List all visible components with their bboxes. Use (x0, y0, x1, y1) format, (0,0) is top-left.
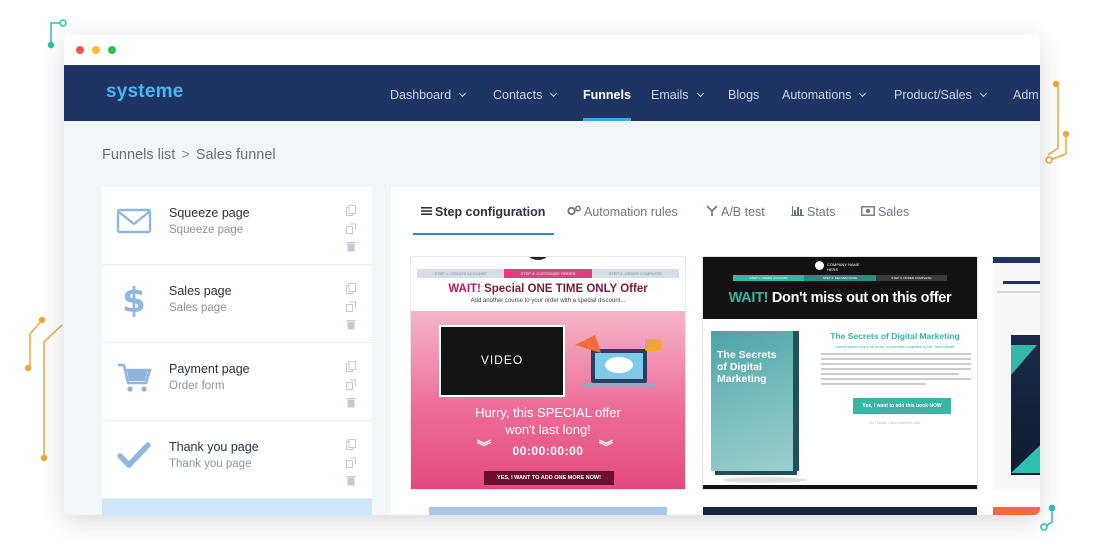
step-actions (346, 437, 358, 491)
funnel-steps-list: Squeeze page Squeeze page $ Sales page S… (102, 187, 372, 515)
template-preview-partial[interactable] (993, 257, 1040, 489)
active-tab-indicator (413, 233, 554, 235)
copy-icon[interactable] (346, 437, 356, 450)
nav-dashboard[interactable]: Dashboard (390, 65, 467, 121)
step-actions (346, 281, 358, 335)
clone-icon[interactable] (346, 377, 356, 390)
chevron-down-icon (550, 89, 558, 98)
template-preview-upsell-pink[interactable]: STEP 1: CREATE ACCOUNT STEP 2: CUSTOMIZE… (411, 257, 685, 489)
breadcrumb: Funnels list > Sales funnel (102, 147, 276, 163)
step-subtitle: Squeeze page (169, 224, 244, 236)
step-title: Payment page (169, 362, 250, 376)
tab-stats[interactable]: Stats (791, 205, 836, 235)
dollar-icon: $ (122, 281, 146, 317)
nav-funnels[interactable]: Funnels (583, 65, 631, 121)
step-title: Sales page (169, 284, 232, 298)
trash-icon[interactable] (346, 473, 356, 486)
template-preview-row2-1[interactable] (429, 507, 667, 515)
nav-emails[interactable]: Emails (651, 65, 704, 121)
step-sales-page[interactable]: $ Sales page Sales page (102, 265, 372, 343)
book-offer-title: The Secrets of Digital Marketing (830, 331, 960, 341)
step-title: Thank you page (169, 440, 259, 454)
step-subtitle: Thank you page (169, 458, 252, 470)
nav-admin[interactable]: Adm (1013, 65, 1039, 121)
tab-ab-test[interactable]: A/B test (706, 205, 765, 235)
tab-step-configuration[interactable]: Step configuration (421, 205, 545, 235)
clone-icon[interactable] (346, 221, 356, 234)
minimize-window-button[interactable] (92, 46, 100, 54)
bar-chart-icon (791, 206, 804, 216)
window-titlebar (64, 35, 1040, 65)
step-actions (346, 203, 358, 257)
clone-icon[interactable] (346, 455, 356, 468)
trash-icon[interactable] (346, 395, 356, 408)
trash-icon[interactable] (346, 239, 356, 252)
step-actions (346, 359, 358, 413)
chevron-down-icon (459, 89, 467, 98)
envelope-icon (116, 208, 152, 234)
split-icon (706, 205, 718, 216)
laptop-illustration-icon (575, 335, 661, 388)
step-subtitle: Sales page (169, 302, 227, 314)
chevron-down-icon (979, 89, 987, 98)
trash-icon[interactable] (346, 317, 356, 330)
tab-automation-rules[interactable]: Automation rules (567, 205, 678, 235)
breadcrumb-current: Sales funnel (195, 147, 276, 163)
nav-blogs[interactable]: Blogs (728, 65, 759, 121)
tab-sales[interactable]: Sales (861, 205, 909, 235)
gears-icon (567, 205, 581, 216)
systeme-logo[interactable]: systeme (106, 81, 183, 103)
template-preview-row2-2[interactable] (703, 507, 977, 515)
step-title: Squeeze page (169, 206, 250, 220)
nav-product-sales[interactable]: Product/Sales (894, 65, 987, 121)
template-preview-row2-3[interactable] (993, 507, 1040, 515)
checkmark-icon (117, 442, 151, 468)
clone-icon[interactable] (346, 299, 356, 312)
cart-icon (118, 363, 152, 392)
step-squeeze-page[interactable]: Squeeze page Squeeze page (102, 187, 372, 265)
chevron-down-icon (696, 89, 704, 98)
breadcrumb-funnels-list[interactable]: Funnels list (102, 147, 175, 163)
countdown-timer: 00:00:00:00 (512, 444, 584, 458)
template-preview-book-offer[interactable]: COMPANY NAME HERE STEP 1: ORDER ACCOUNT … (703, 257, 977, 489)
top-navbar: systeme Dashboard Contacts Funnels Email… (64, 65, 1040, 121)
svg-text:$: $ (122, 281, 146, 317)
preview-add-book-button: Yes, I want to add this book NOW (853, 398, 951, 414)
app-window: systeme Dashboard Contacts Funnels Email… (64, 35, 1040, 515)
nav-contacts[interactable]: Contacts (493, 65, 558, 121)
maximize-window-button[interactable] (108, 46, 116, 54)
money-icon (861, 206, 875, 216)
preview-cta-button: YES, I WANT TO ADD ONE MORE NOW! (484, 471, 614, 485)
copy-icon[interactable] (346, 359, 356, 372)
step-thank-you-page[interactable]: Thank you page Thank you page (102, 421, 372, 499)
step-selected-item[interactable] (102, 499, 372, 515)
chevron-down-icon (859, 89, 867, 98)
breadcrumb-separator: > (181, 147, 190, 163)
close-window-button[interactable] (76, 46, 84, 54)
list-icon (421, 207, 432, 215)
copy-icon[interactable] (346, 203, 356, 216)
step-config-panel: Step configuration Automation rules A/B … (391, 187, 1040, 515)
step-payment-page[interactable]: Payment page Order form (102, 343, 372, 421)
copy-icon[interactable] (346, 281, 356, 294)
step-subtitle: Order form (169, 380, 225, 392)
nav-automations[interactable]: Automations (782, 65, 867, 121)
